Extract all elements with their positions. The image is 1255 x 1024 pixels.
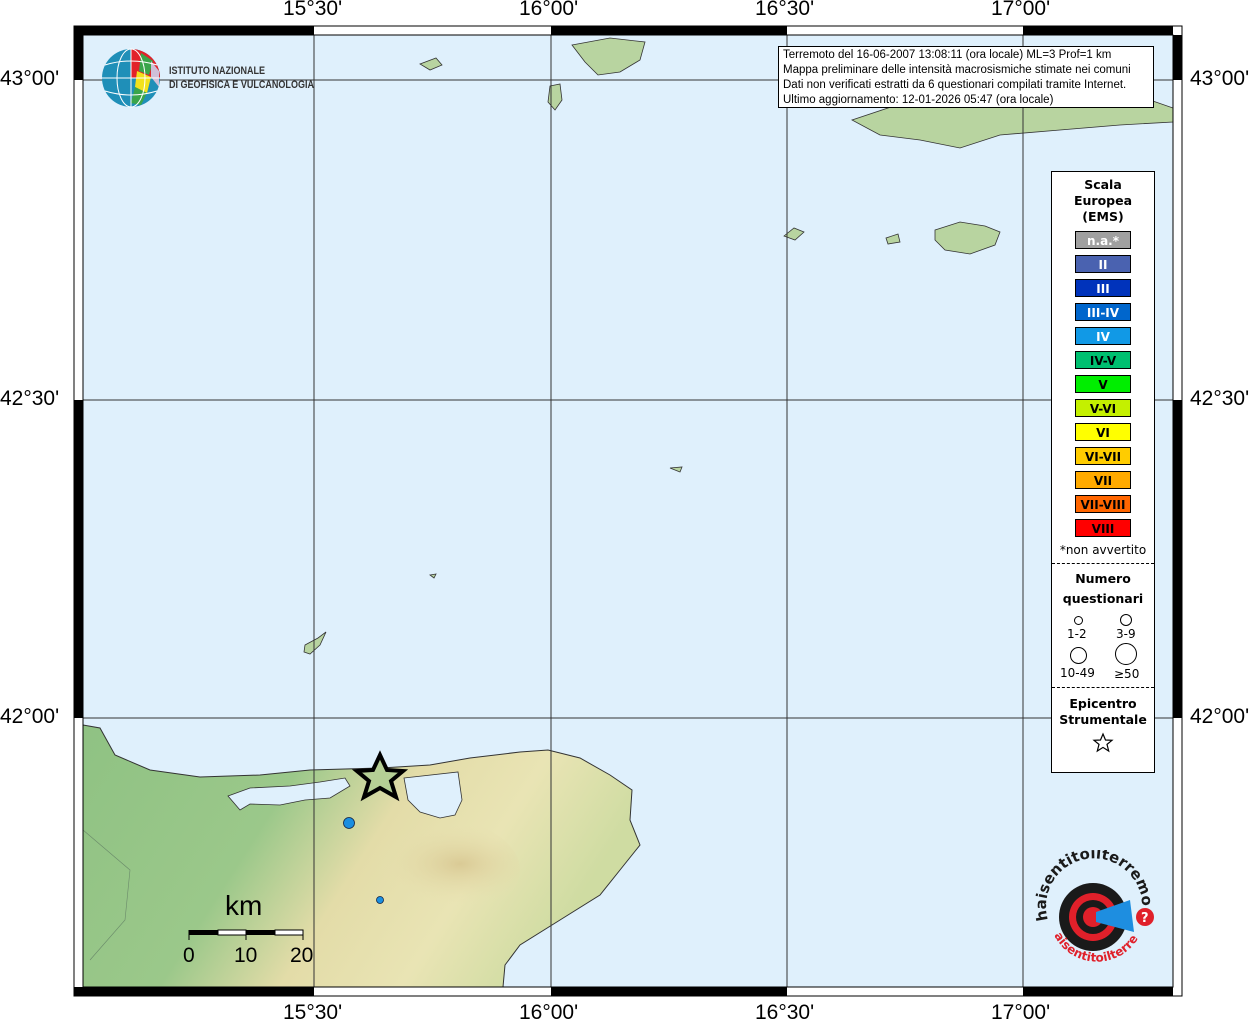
epicenter-title: Epicentro Strumentale bbox=[1052, 696, 1154, 728]
count-label: 10-49 bbox=[1060, 666, 1095, 680]
ingv-logo-text: ISTITUTO NAZIONALE DI GEOFISICA E VULCAN… bbox=[169, 64, 314, 92]
last-update-line: Ultimo aggiornamento: 12-01-2026 05:47 (… bbox=[783, 94, 1054, 106]
divider bbox=[1052, 563, 1154, 564]
bottom-tick: 15°30' bbox=[283, 1001, 343, 1024]
legend-title-line: (EMS) bbox=[1082, 209, 1124, 224]
left-tick: 43°00' bbox=[0, 67, 60, 90]
legend-title: Scala Europea (EMS) bbox=[1052, 177, 1154, 225]
scale-label: 20 bbox=[290, 944, 314, 967]
ingv-line1: ISTITUTO NAZIONALE bbox=[169, 65, 266, 77]
count-label: 3-9 bbox=[1116, 627, 1136, 641]
bottom-tick: 16°30' bbox=[755, 1001, 815, 1024]
right-tick: 42°00' bbox=[1190, 705, 1250, 728]
count-title: Numero questionari bbox=[1052, 569, 1154, 609]
count-title-line: questionari bbox=[1062, 591, 1144, 606]
epicenter-title-line: Strumentale bbox=[1059, 712, 1147, 727]
left-tick: 42°00' bbox=[0, 705, 60, 728]
star-icon bbox=[1092, 732, 1114, 753]
count-label: ≥50 bbox=[1114, 667, 1140, 681]
divider bbox=[1052, 687, 1154, 688]
count-symbols: 1-2 3-9 10-49 ≥50 bbox=[1052, 609, 1154, 687]
data-source-line: Dati non verificati estratti da 6 questi… bbox=[783, 79, 1127, 91]
legend-swatch-iii: III bbox=[1075, 279, 1131, 297]
count-label: 1-2 bbox=[1067, 627, 1087, 641]
legend-swatch-v: V bbox=[1075, 375, 1131, 393]
circle-50-icon bbox=[1115, 643, 1137, 665]
legend-swatch-iv-v: IV-V bbox=[1075, 351, 1131, 369]
right-tick: 42°30' bbox=[1190, 387, 1250, 410]
legend-title-line: Scala bbox=[1084, 177, 1122, 192]
top-tick: 17°00' bbox=[991, 0, 1051, 20]
legend-swatch-viii: VIII bbox=[1075, 519, 1131, 537]
scale-label: 10 bbox=[234, 944, 258, 967]
scale-label: 0 bbox=[183, 944, 195, 967]
intensity-point-iv[interactable] bbox=[343, 817, 355, 829]
ingv-globe-logo bbox=[102, 48, 160, 108]
ingv-line2: DI GEOFISICA E VULCANOLOGIA bbox=[169, 79, 314, 91]
intensity-point-iv[interactable] bbox=[376, 896, 384, 904]
legend-swatch-vii: VII bbox=[1075, 471, 1131, 489]
circle-1-2-icon bbox=[1074, 616, 1083, 625]
legend: Scala Europea (EMS) n.a.* II III III-IV IV IV… bbox=[1051, 171, 1155, 773]
svg-text:?: ? bbox=[1141, 911, 1149, 926]
scale-bar-graphic bbox=[188, 929, 304, 940]
intensity-scale: n.a.* II III III-IV IV IV-V V V-VI VI VI-VII VII VI… bbox=[1052, 231, 1154, 537]
legend-swatch-vii-viii: VII-VIII bbox=[1075, 495, 1131, 513]
circle-3-9-icon bbox=[1120, 614, 1132, 626]
legend-swatch-ii: II bbox=[1075, 255, 1131, 273]
right-tick: 43°00' bbox=[1190, 67, 1250, 90]
bottom-tick: 16°00' bbox=[519, 1001, 579, 1024]
circle-10-49-icon bbox=[1070, 647, 1087, 664]
mountain-relief bbox=[280, 810, 520, 930]
map-description: Mappa preliminare delle intensità macros… bbox=[783, 64, 1131, 76]
legend-swatch-iii-iv: III-IV bbox=[1075, 303, 1131, 321]
scale-unit: km bbox=[225, 890, 263, 921]
left-tick: 42°30' bbox=[0, 387, 60, 410]
epicenter-title-line: Epicentro bbox=[1069, 696, 1137, 711]
top-tick: 15°30' bbox=[283, 0, 343, 20]
top-tick: 16°00' bbox=[519, 0, 579, 20]
legend-footnote: *non avvertito bbox=[1059, 543, 1147, 557]
legend-swatch-iv: IV bbox=[1075, 327, 1131, 345]
legend-swatch-vi-vii: VI-VII bbox=[1075, 447, 1131, 465]
bottom-tick: 17°00' bbox=[991, 1001, 1051, 1024]
count-title-line: Numero bbox=[1075, 571, 1131, 586]
legend-swatch-n-a-: n.a.* bbox=[1075, 231, 1131, 249]
haisentito-logo: ? haisentitoilterremoto.it www.haisentit… bbox=[1030, 850, 1156, 965]
legend-swatch-vi: VI bbox=[1075, 423, 1131, 441]
legend-swatch-v-vi: V-VI bbox=[1075, 399, 1131, 417]
top-tick: 16°30' bbox=[755, 0, 815, 20]
event-info-box: Terremoto del 16-06-2007 13:08:11 (ora l… bbox=[778, 46, 1154, 108]
event-line: Terremoto del 16-06-2007 13:08:11 (ora l… bbox=[783, 49, 1112, 61]
intensity-map-page: 15°30' 16°00' 16°30' 17°00' 15°30' 16°00… bbox=[0, 0, 1255, 1024]
legend-title-line: Europea bbox=[1073, 193, 1133, 208]
